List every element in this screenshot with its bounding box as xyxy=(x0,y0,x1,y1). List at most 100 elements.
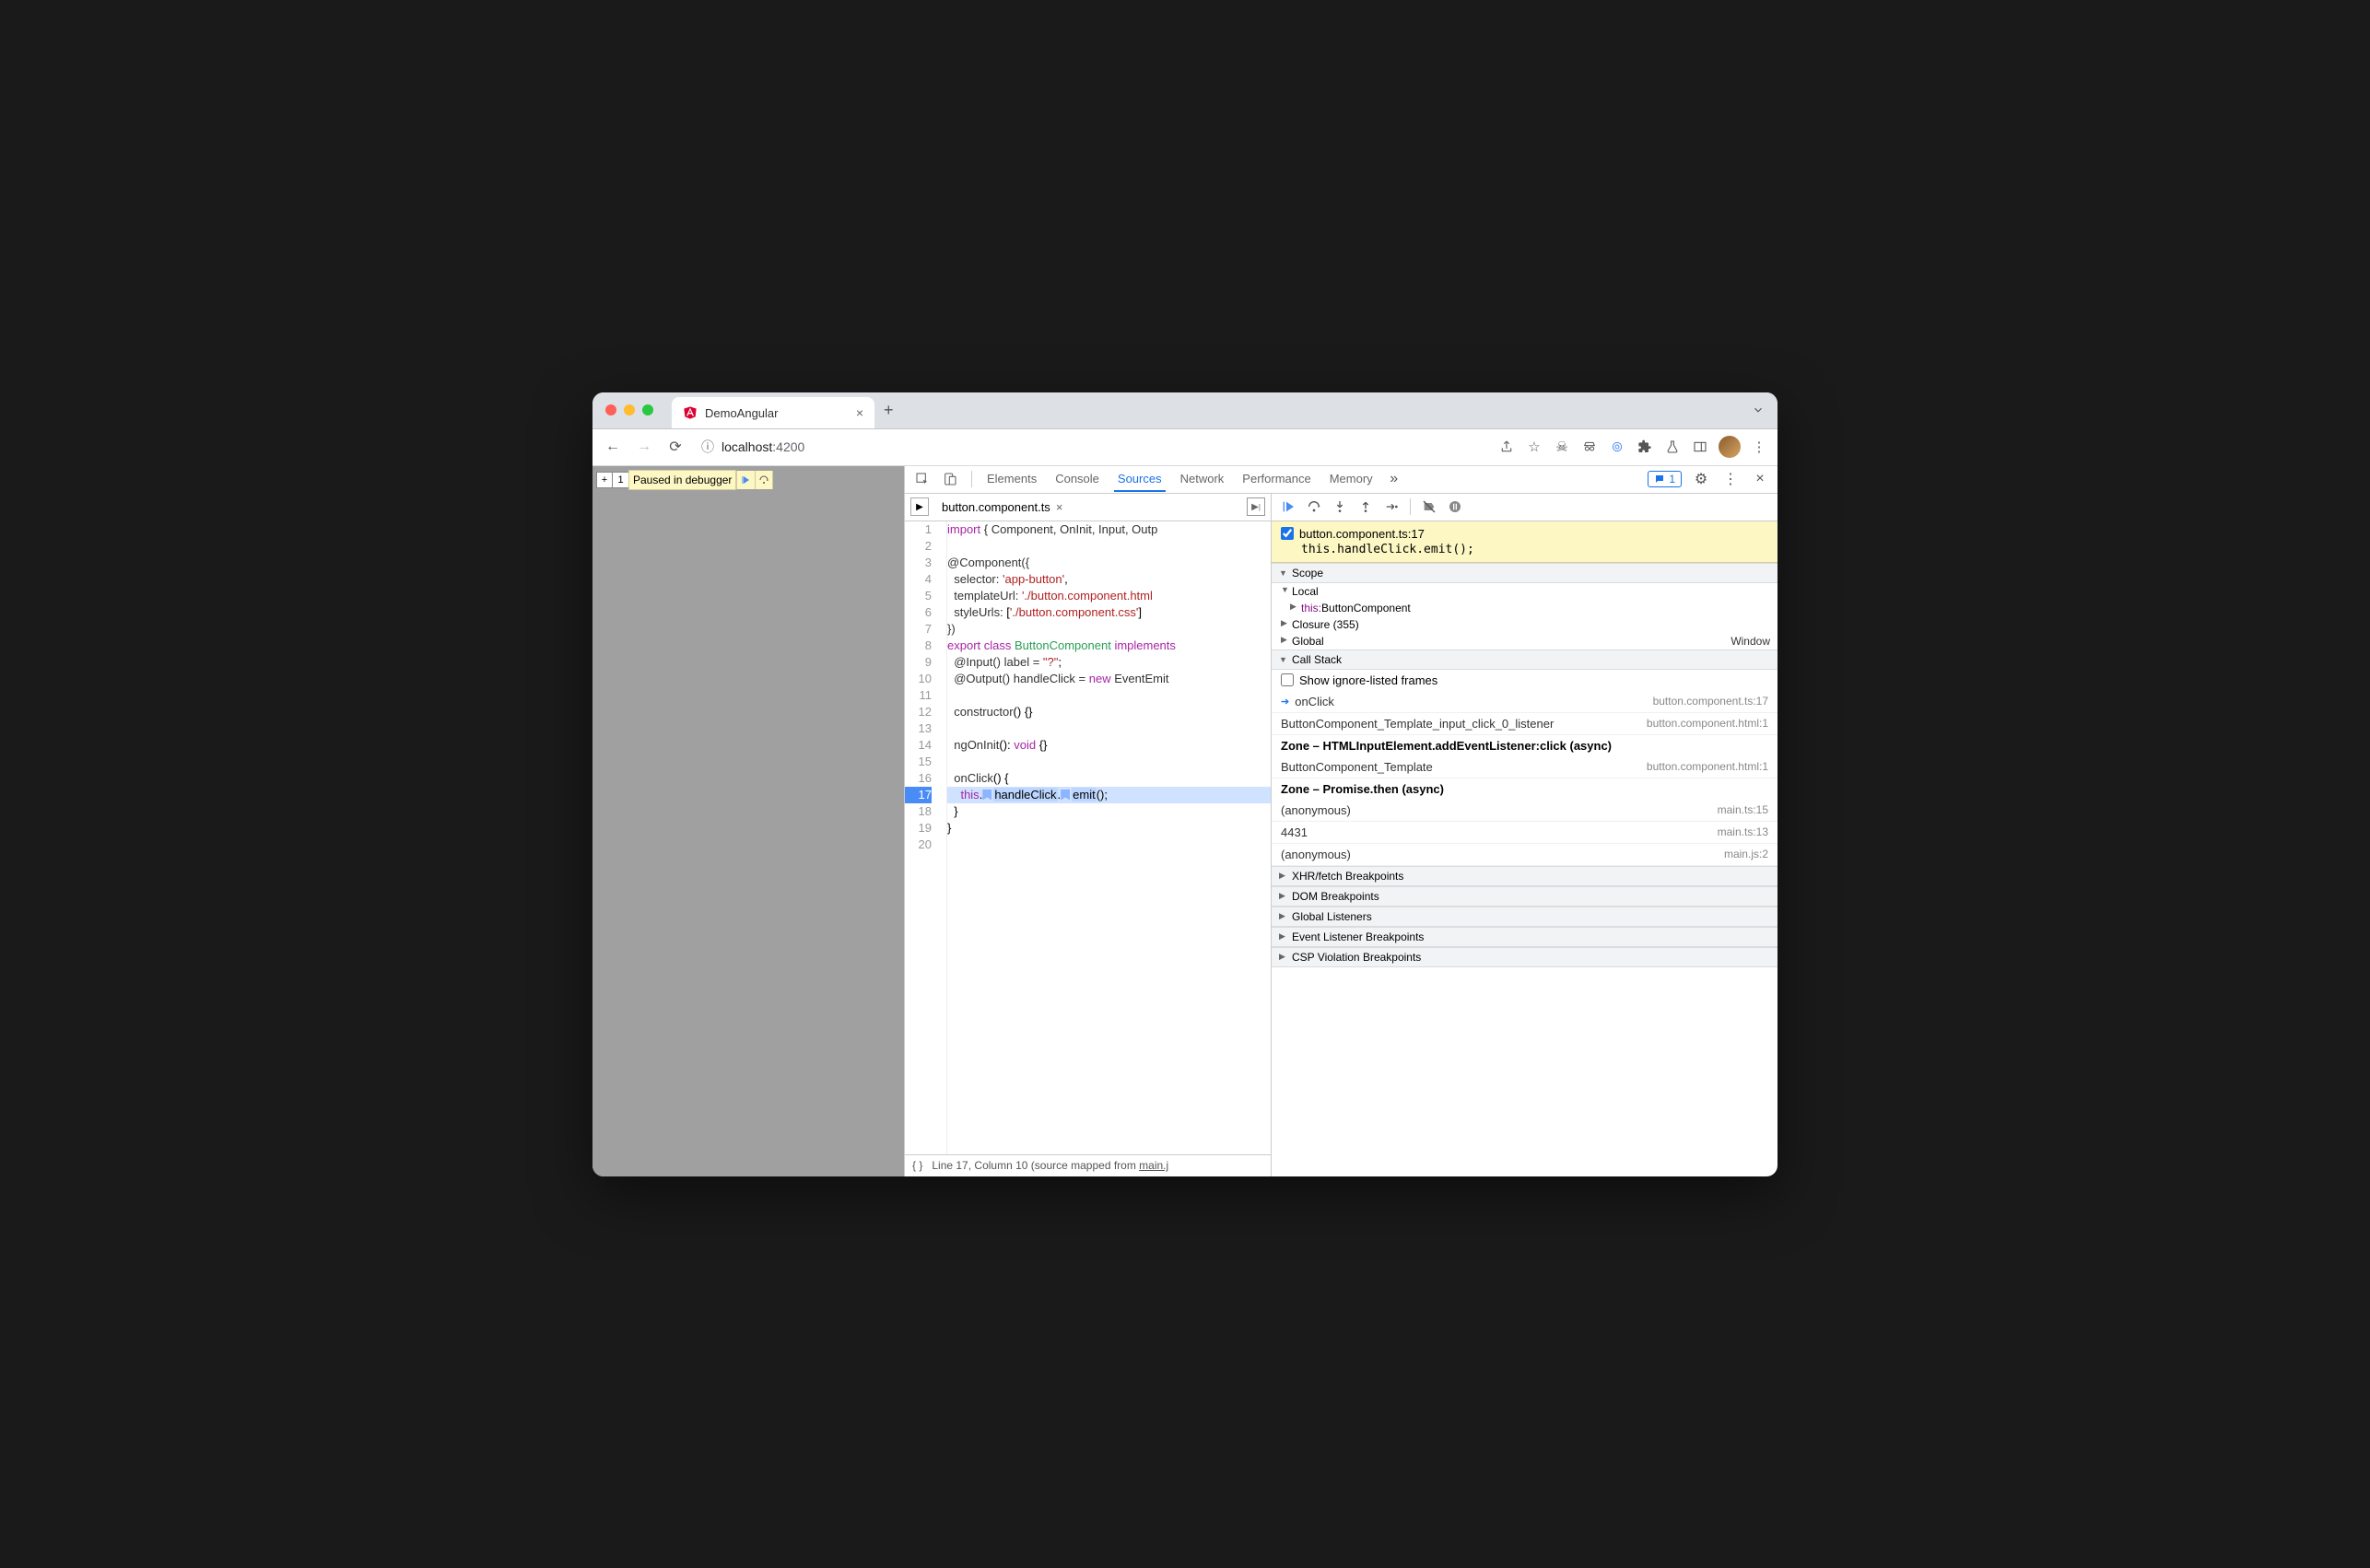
source-map-link[interactable]: main.j xyxy=(1139,1159,1168,1172)
devtools-tab-memory[interactable]: Memory xyxy=(1326,466,1377,492)
section-global-listeners[interactable]: ▶Global Listeners xyxy=(1272,907,1778,927)
devtools-tab-performance[interactable]: Performance xyxy=(1238,466,1314,492)
reload-button[interactable]: ⟳ xyxy=(664,436,686,458)
settings-gear-icon[interactable]: ⚙ xyxy=(1691,469,1711,489)
maximize-window[interactable] xyxy=(642,404,653,415)
callstack-frame[interactable]: ButtonComponent_Template_input_click_0_l… xyxy=(1272,713,1778,735)
close-devtools-icon[interactable]: × xyxy=(1750,469,1770,489)
extensions-puzzle-icon[interactable] xyxy=(1636,438,1654,456)
issues-badge[interactable]: 1 xyxy=(1648,471,1682,487)
gutter-line[interactable]: 15 xyxy=(905,754,932,770)
profile-avatar[interactable] xyxy=(1719,436,1741,458)
gutter-line[interactable]: 9 xyxy=(905,654,932,671)
gutter-line[interactable]: 1 xyxy=(905,521,932,538)
code-line[interactable]: import { Component, OnInit, Input, Outp xyxy=(947,521,1271,538)
callstack-frame[interactable]: (anonymous)main.ts:15 xyxy=(1272,800,1778,822)
gutter-line[interactable]: 18 xyxy=(905,803,932,820)
navigator-toggle-icon[interactable]: ▶ xyxy=(910,497,929,516)
inspect-element-icon[interactable] xyxy=(912,469,933,489)
code-line[interactable]: onClick() { xyxy=(947,770,1271,787)
devtools-tab-network[interactable]: Network xyxy=(1177,466,1228,492)
scope-header[interactable]: ▼Scope xyxy=(1272,563,1778,583)
gutter-line[interactable]: 20 xyxy=(905,837,932,853)
code-line[interactable] xyxy=(947,720,1271,737)
section-event-listener-breakpoints[interactable]: ▶Event Listener Breakpoints xyxy=(1272,927,1778,947)
deactivate-breakpoints-icon[interactable] xyxy=(1418,496,1440,518)
gutter-line[interactable]: 19 xyxy=(905,820,932,837)
code-editor[interactable]: 1234567891011121314151617181920 import {… xyxy=(905,521,1271,1154)
panel-icon[interactable] xyxy=(1691,438,1709,456)
step-over-icon[interactable] xyxy=(1303,496,1325,518)
show-ignore-row[interactable]: Show ignore-listed frames xyxy=(1272,670,1778,691)
callstack-frame[interactable]: (anonymous)main.js:2 xyxy=(1272,844,1778,866)
close-tab-icon[interactable]: × xyxy=(856,405,863,420)
code-line[interactable]: @Component({ xyxy=(947,555,1271,571)
code-line[interactable]: templateUrl: './button.component.html xyxy=(947,588,1271,604)
code-line[interactable]: } xyxy=(947,820,1271,837)
minimize-window[interactable] xyxy=(624,404,635,415)
gutter-line[interactable]: 12 xyxy=(905,704,932,720)
show-ignore-checkbox[interactable] xyxy=(1281,673,1294,686)
back-button[interactable]: ← xyxy=(602,436,624,458)
step-into-icon[interactable] xyxy=(1329,496,1351,518)
callstack-header[interactable]: ▼Call Stack xyxy=(1272,649,1778,670)
skull-extension-icon[interactable]: ☠ xyxy=(1553,438,1571,456)
gutter-line[interactable]: 17 xyxy=(905,787,932,803)
gutter-line[interactable]: 10 xyxy=(905,671,932,687)
chrome-menu-icon[interactable]: ⋮ xyxy=(1750,438,1768,456)
breakpoint-checkbox[interactable] xyxy=(1281,527,1294,540)
target-extension-icon[interactable] xyxy=(1608,438,1626,456)
tabs-dropdown-icon[interactable] xyxy=(1752,404,1765,416)
code-line[interactable]: }) xyxy=(947,621,1271,638)
code-line[interactable] xyxy=(947,837,1271,853)
devtools-tab-sources[interactable]: Sources xyxy=(1114,466,1166,492)
gutter-line[interactable]: 5 xyxy=(905,588,932,604)
code-line[interactable]: this.handleClick.emit(); xyxy=(947,787,1271,803)
gutter-line[interactable]: 11 xyxy=(905,687,932,704)
labs-flask-icon[interactable] xyxy=(1663,438,1682,456)
code-line[interactable]: export class ButtonComponent implements xyxy=(947,638,1271,654)
gutter-line[interactable]: 14 xyxy=(905,737,932,754)
code-line[interactable]: } xyxy=(947,803,1271,820)
gutter-line[interactable]: 7 xyxy=(905,621,932,638)
callstack-frame[interactable]: ➔onClickbutton.component.ts:17 xyxy=(1272,691,1778,713)
gutter-line[interactable]: 8 xyxy=(905,638,932,654)
section-csp-violation-breakpoints[interactable]: ▶CSP Violation Breakpoints xyxy=(1272,947,1778,967)
gutter-line[interactable]: 2 xyxy=(905,538,932,555)
resume-icon[interactable] xyxy=(1277,496,1299,518)
debugger-toggle-icon[interactable]: ▶| xyxy=(1247,497,1265,516)
section-xhr-fetch-breakpoints[interactable]: ▶XHR/fetch Breakpoints xyxy=(1272,866,1778,886)
more-tabs-icon[interactable]: » xyxy=(1384,469,1404,489)
devtools-tab-elements[interactable]: Elements xyxy=(983,466,1040,492)
browser-tab[interactable]: DemoAngular × xyxy=(672,397,874,428)
new-tab-button[interactable]: + xyxy=(884,401,894,420)
code-line[interactable]: constructor() {} xyxy=(947,704,1271,720)
share-icon[interactable] xyxy=(1497,438,1516,456)
bookmark-star-icon[interactable]: ☆ xyxy=(1525,438,1543,456)
code-line[interactable]: selector: 'app-button', xyxy=(947,571,1271,588)
device-toggle-icon[interactable] xyxy=(940,469,960,489)
site-info-icon[interactable]: ⓘ xyxy=(701,438,714,456)
code-line[interactable] xyxy=(947,538,1271,555)
code-line[interactable] xyxy=(947,754,1271,770)
gutter-line[interactable]: 13 xyxy=(905,720,932,737)
omnibox[interactable]: ⓘ localhost:4200 xyxy=(696,438,1488,456)
step-icon[interactable] xyxy=(1380,496,1402,518)
code-line[interactable]: @Output() handleClick = new EventEmit xyxy=(947,671,1271,687)
resume-button[interactable] xyxy=(736,471,755,489)
callstack-frame[interactable]: ButtonComponent_Templatebutton.component… xyxy=(1272,756,1778,778)
close-file-icon[interactable]: × xyxy=(1056,500,1063,514)
code-line[interactable]: @Input() label = "?"; xyxy=(947,654,1271,671)
forward-button[interactable]: → xyxy=(633,436,655,458)
expand-button[interactable]: + xyxy=(596,472,613,488)
devtools-tab-console[interactable]: Console xyxy=(1051,466,1103,492)
file-tab[interactable]: button.component.ts × xyxy=(936,500,1068,514)
gutter-line[interactable]: 16 xyxy=(905,770,932,787)
format-code-icon[interactable]: { } xyxy=(912,1159,922,1172)
pause-exceptions-icon[interactable] xyxy=(1444,496,1466,518)
code-line[interactable]: ngOnInit(): void {} xyxy=(947,737,1271,754)
gutter-line[interactable]: 6 xyxy=(905,604,932,621)
step-out-icon[interactable] xyxy=(1355,496,1377,518)
code-line[interactable]: styleUrls: ['./button.component.css'] xyxy=(947,604,1271,621)
section-dom-breakpoints[interactable]: ▶DOM Breakpoints xyxy=(1272,886,1778,907)
